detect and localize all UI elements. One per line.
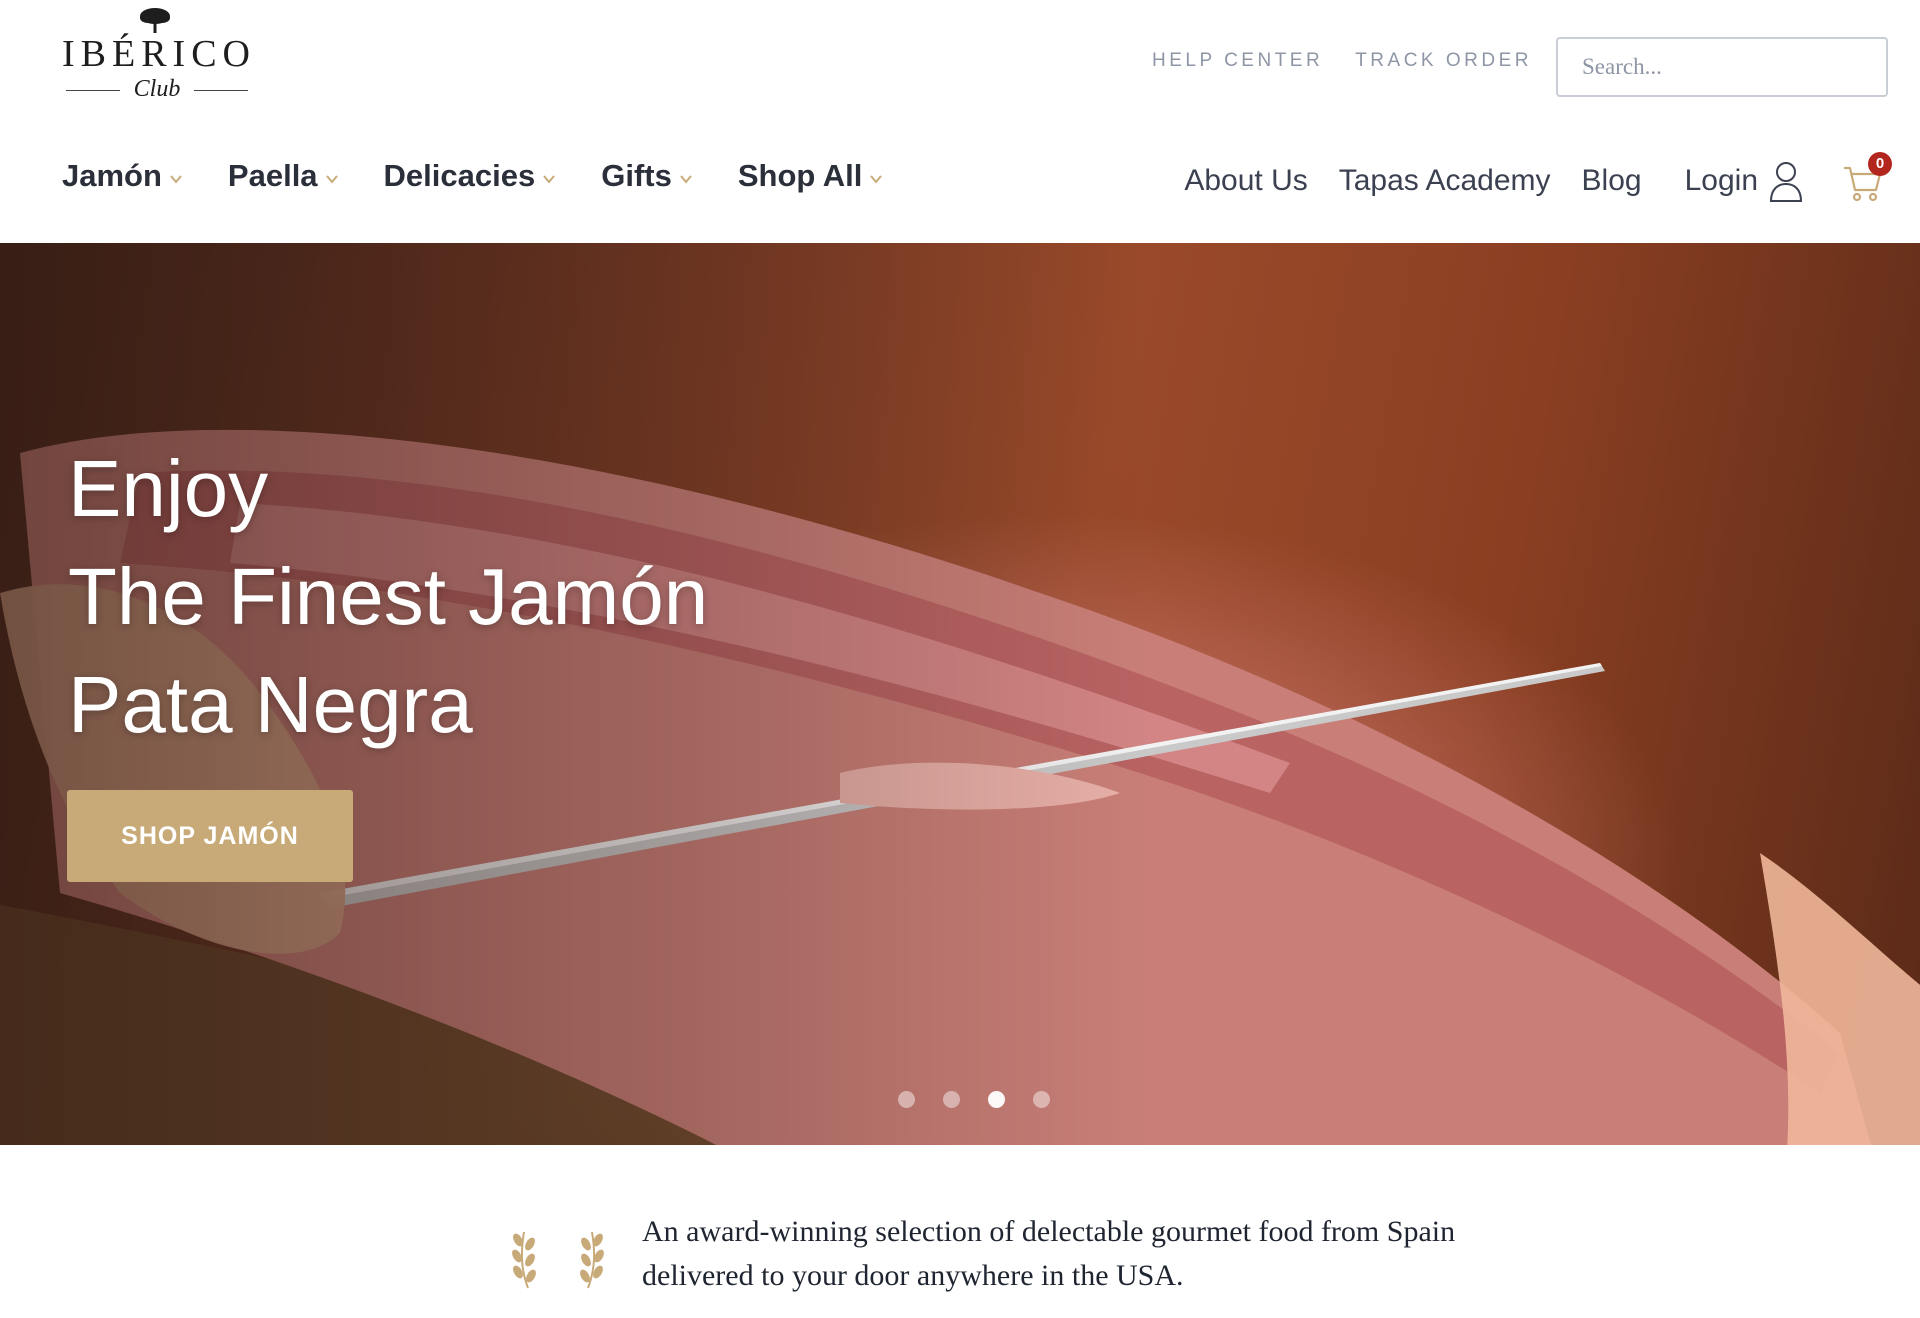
user-icon: [1769, 162, 1803, 202]
site-header: IBÉRICO Club HELP CENTER TRACK ORDER: [0, 0, 1920, 120]
tree-icon: [140, 8, 170, 33]
nav-item-label: Gifts: [601, 158, 672, 193]
tagline-text: An award-winning selection of delectable…: [642, 1215, 1456, 1292]
chevron-down-icon: [543, 175, 555, 184]
cart-count-badge: 0: [1868, 152, 1892, 176]
secondary-nav: About Us Tapas Academy Blog Login 0: [1184, 152, 1892, 204]
nav-item-delicacies[interactable]: Delicacies: [384, 158, 558, 194]
carousel-dot[interactable]: [898, 1091, 915, 1108]
nav-item-paella[interactable]: Paella: [228, 158, 340, 194]
about-us-link[interactable]: About Us: [1184, 164, 1307, 198]
chevron-down-icon: [680, 175, 692, 184]
help-center-link[interactable]: HELP CENTER: [1152, 50, 1323, 72]
nav-item-label: Paella: [227, 158, 318, 193]
carousel-dot-active[interactable]: [988, 1091, 1005, 1108]
hero-banner: Enjoy The Finest Jamón Pata Negra SHOP J…: [0, 243, 1920, 1145]
main-nav: Jamón Paella Delicacies Gifts Shop All: [62, 158, 884, 194]
logo-divider: [194, 90, 248, 91]
cart-button[interactable]: 0: [1842, 152, 1892, 204]
brand-logo[interactable]: IBÉRICO Club: [62, 6, 252, 106]
login-link[interactable]: Login: [1685, 160, 1804, 202]
hero-line-3: Pata Negra: [68, 660, 473, 749]
laurel-icon: [512, 1231, 536, 1289]
nav-item-gifts[interactable]: Gifts: [601, 158, 694, 194]
search-box: [1556, 37, 1888, 97]
track-order-link[interactable]: TRACK ORDER: [1355, 50, 1532, 72]
chevron-down-icon: [870, 175, 883, 184]
hero-line-2: The Finest Jamón: [68, 552, 709, 641]
laurel-icon: [580, 1231, 604, 1289]
carousel-dot[interactable]: [943, 1091, 960, 1108]
nav-item-shop-all[interactable]: Shop All: [738, 158, 885, 194]
login-label: Login: [1684, 164, 1758, 197]
tagline-section: An award-winning selection of delectable…: [508, 1210, 1508, 1300]
carousel-dot[interactable]: [1033, 1091, 1050, 1108]
carousel-dots: [898, 1091, 1050, 1108]
chevron-down-icon: [170, 175, 182, 184]
hero-heading: Enjoy The Finest Jamón Pata Negra: [68, 435, 708, 759]
hero-line-1: Enjoy: [68, 444, 269, 533]
chevron-down-icon: [325, 175, 338, 184]
utility-nav: HELP CENTER TRACK ORDER: [1152, 50, 1532, 72]
nav-item-label: Delicacies: [383, 158, 536, 193]
nav-item-label: Shop All: [737, 158, 863, 193]
brand-sub-row: Club: [62, 76, 252, 102]
nav-item-jamon[interactable]: Jamón: [62, 158, 184, 194]
tapas-academy-link[interactable]: Tapas Academy: [1339, 164, 1551, 198]
search-input[interactable]: [1558, 39, 1886, 95]
nav-item-label: Jamón: [62, 158, 162, 193]
blog-link[interactable]: Blog: [1582, 164, 1642, 198]
brand-name: IBÉRICO: [62, 33, 256, 75]
shop-jamon-button[interactable]: SHOP JAMÓN: [67, 790, 353, 882]
